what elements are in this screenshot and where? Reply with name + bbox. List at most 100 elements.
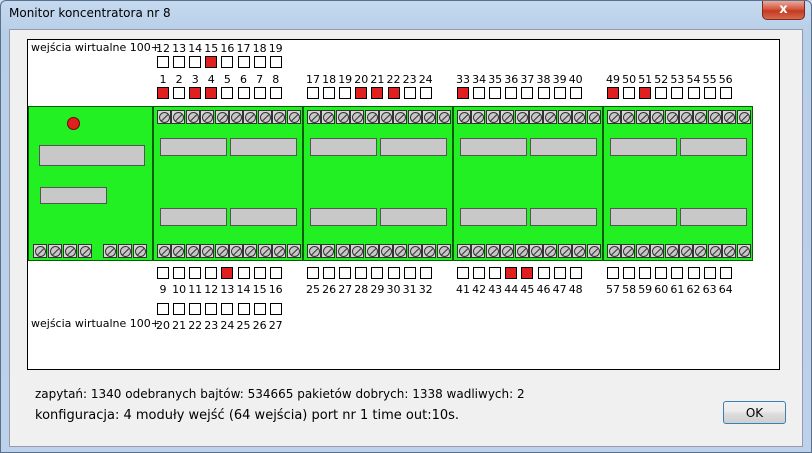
- input-checkbox-23[interactable]: [403, 87, 416, 99]
- input-number-34: 34: [472, 73, 487, 86]
- input-number-2: 2: [175, 73, 183, 86]
- input-checkbox-56[interactable]: [719, 87, 732, 99]
- input-checkbox-58[interactable]: [623, 267, 636, 279]
- input-checkbox-61[interactable]: [671, 267, 684, 279]
- virtual-checkbox-26[interactable]: [253, 303, 266, 315]
- virtual-checkbox-24[interactable]: [221, 303, 234, 315]
- input-checkbox-27[interactable]: [339, 267, 352, 279]
- input-checkbox-34[interactable]: [473, 87, 486, 99]
- input-number-35: 35: [488, 73, 503, 86]
- module-terminal: [243, 244, 258, 258]
- input-checkbox-7[interactable]: [253, 87, 266, 99]
- input-checkbox-5[interactable]: [221, 87, 234, 99]
- input-checkbox-19[interactable]: [339, 87, 352, 99]
- cpu-display: [39, 145, 145, 166]
- input-checkbox-39[interactable]: [553, 87, 566, 99]
- screw-terminal-icon: [366, 246, 378, 257]
- input-checkbox-9[interactable]: [157, 267, 169, 279]
- input-checkbox-31[interactable]: [403, 267, 416, 279]
- input-checkbox-55[interactable]: [703, 87, 716, 99]
- input-checkbox-14[interactable]: [237, 267, 250, 279]
- input-checkbox-47[interactable]: [553, 267, 566, 279]
- input-checkbox-15[interactable]: [253, 267, 266, 279]
- input-checkbox-6[interactable]: [237, 87, 250, 99]
- input-checkbox-12[interactable]: [205, 267, 218, 279]
- input-checkbox-62[interactable]: [687, 267, 700, 279]
- input-checkbox-32[interactable]: [419, 267, 432, 279]
- input-checkbox-53[interactable]: [671, 87, 684, 99]
- input-checkbox-33[interactable]: [457, 87, 469, 99]
- input-checkbox-17[interactable]: [307, 87, 319, 99]
- input-checkbox-25[interactable]: [307, 267, 319, 279]
- input-checkbox-26[interactable]: [323, 267, 336, 279]
- input-checkbox-29[interactable]: [371, 267, 384, 279]
- screw-terminal-icon: [738, 112, 750, 123]
- input-checkbox-43[interactable]: [489, 267, 502, 279]
- input-checkbox-37[interactable]: [521, 87, 534, 99]
- virtual-checkbox-21[interactable]: [173, 303, 186, 315]
- virtual-checkbox-19[interactable]: [269, 56, 282, 68]
- input-checkbox-64[interactable]: [719, 267, 732, 279]
- input-checkbox-50[interactable]: [623, 87, 636, 99]
- virtual-checkbox-27[interactable]: [269, 303, 282, 315]
- module-slot: [530, 208, 597, 226]
- input-checkbox-36[interactable]: [505, 87, 518, 99]
- module-terminal: [707, 244, 722, 258]
- module-slot: [680, 138, 747, 156]
- input-checkbox-3[interactable]: [189, 87, 202, 99]
- input-checkbox-38[interactable]: [537, 87, 550, 99]
- input-checkbox-28[interactable]: [355, 267, 368, 279]
- module-slot: [310, 208, 377, 226]
- virtual-checkbox-25[interactable]: [237, 303, 250, 315]
- virtual-checkbox-23[interactable]: [205, 303, 218, 315]
- input-checkbox-21[interactable]: [371, 87, 384, 99]
- input-checkbox-1[interactable]: [157, 87, 169, 99]
- input-checkbox-16[interactable]: [269, 267, 282, 279]
- input-checkbox-2[interactable]: [173, 87, 186, 99]
- virtual-checkbox-12[interactable]: [157, 56, 169, 68]
- virtual-checkbox-22[interactable]: [189, 303, 202, 315]
- input-checkbox-51[interactable]: [639, 87, 652, 99]
- virtual-checkbox-14[interactable]: [189, 56, 202, 68]
- input-checkbox-59[interactable]: [639, 267, 652, 279]
- input-checkbox-30[interactable]: [387, 267, 400, 279]
- input-checkbox-63[interactable]: [703, 267, 716, 279]
- input-checkbox-60[interactable]: [655, 267, 668, 279]
- input-number-12: 12: [204, 283, 219, 296]
- input-checkbox-18[interactable]: [323, 87, 336, 99]
- input-checkbox-13[interactable]: [221, 267, 234, 279]
- title-bar[interactable]: Monitor koncentratora nr 8 x: [1, 1, 811, 25]
- input-checkbox-49[interactable]: [607, 87, 619, 99]
- screw-terminal-icon: [187, 246, 199, 257]
- virtual-checkbox-17[interactable]: [237, 56, 250, 68]
- virtual-checkbox-18[interactable]: [253, 56, 266, 68]
- input-checkbox-22[interactable]: [387, 87, 400, 99]
- input-checkbox-46[interactable]: [537, 267, 550, 279]
- input-checkbox-4[interactable]: [205, 87, 218, 99]
- input-checkbox-54[interactable]: [687, 87, 700, 99]
- screw-terminal-icon: [216, 112, 228, 123]
- config-line: konfiguracja: 4 moduły wejść (64 wejścia…: [35, 408, 460, 423]
- input-checkbox-57[interactable]: [607, 267, 619, 279]
- input-checkbox-35[interactable]: [489, 87, 502, 99]
- input-checkbox-10[interactable]: [173, 267, 186, 279]
- virtual-number-18: 18: [252, 42, 267, 55]
- input-checkbox-11[interactable]: [189, 267, 202, 279]
- virtual-checkbox-13[interactable]: [173, 56, 186, 68]
- close-button[interactable]: x: [762, 1, 805, 20]
- input-checkbox-44[interactable]: [505, 267, 518, 279]
- input-checkbox-48[interactable]: [569, 267, 582, 279]
- input-checkbox-41[interactable]: [457, 267, 469, 279]
- input-checkbox-8[interactable]: [269, 87, 282, 99]
- input-checkbox-52[interactable]: [655, 87, 668, 99]
- input-checkbox-42[interactable]: [473, 267, 486, 279]
- virtual-checkbox-15[interactable]: [205, 56, 218, 68]
- virtual-checkbox-20[interactable]: [157, 303, 169, 315]
- input-checkbox-24[interactable]: [419, 87, 432, 99]
- virtual-checkbox-16[interactable]: [221, 56, 234, 68]
- input-checkbox-45[interactable]: [521, 267, 534, 279]
- input-checkbox-40[interactable]: [569, 87, 582, 99]
- ok-button[interactable]: OK: [723, 401, 786, 424]
- input-number-43: 43: [488, 283, 503, 296]
- input-checkbox-20[interactable]: [355, 87, 368, 99]
